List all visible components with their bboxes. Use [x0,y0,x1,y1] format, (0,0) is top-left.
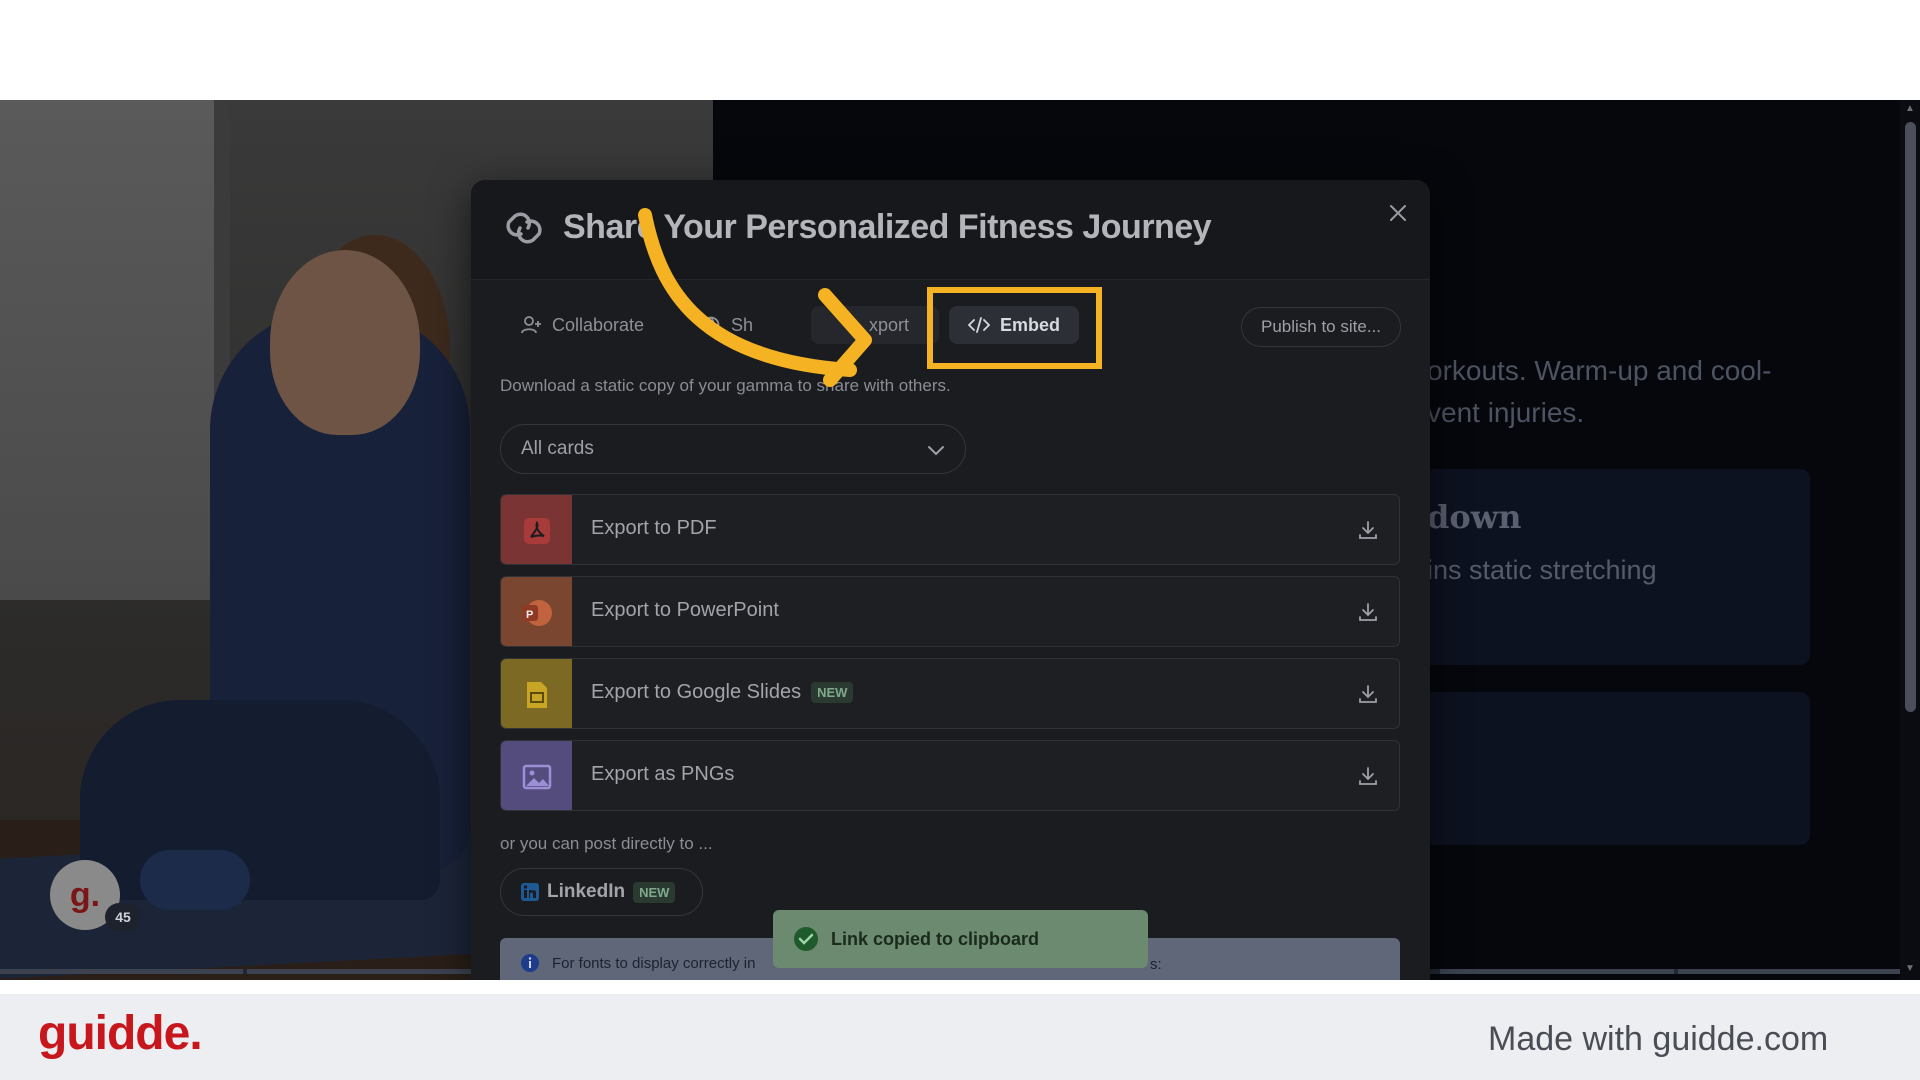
download-icon[interactable] [1357,683,1379,705]
export-label: Export to PowerPoint [591,599,779,621]
modal-header: Share Your Personalized Fitness Journey [471,180,1430,280]
image-icon [501,741,572,810]
background-card-text: ins static stretching [1427,555,1657,585]
photo-window [0,100,230,600]
svg-text:P: P [526,609,533,621]
download-icon[interactable] [1357,519,1379,541]
slide-progress-segment[interactable] [1440,969,1674,974]
slide-progress-segment[interactable] [1678,969,1900,974]
linkedin-icon [521,883,539,901]
scrollbar-thumb[interactable] [1905,122,1916,712]
export-pngs-button[interactable]: Export as PNGs [500,740,1400,811]
chevron-down-icon [928,446,944,456]
new-badge: NEW [811,682,854,703]
embed-highlight-box [927,287,1102,369]
google-slides-icon [501,659,572,728]
post-directly-label: or you can post directly to ... [500,834,713,853]
new-badge: NEW [633,881,676,903]
background-text-line: orkouts. Warm-up and cool- [1427,355,1772,386]
background-card-title: down [1427,498,1522,536]
linkedin-label: LinkedIn [547,881,626,902]
export-pdf-button[interactable]: Export to PDF [500,494,1400,565]
linkedin-button[interactable]: LinkedIn NEW [500,868,703,916]
export-powerpoint-button[interactable]: P Export to PowerPoint [500,576,1400,647]
guidde-logo: guidde. [38,1007,203,1060]
download-icon[interactable] [1357,601,1379,623]
font-info-text: For fonts to display correctly in [552,954,756,972]
export-label: Export to PDF [591,517,717,539]
photo-dumbbell [140,850,250,910]
slide-progress-segment[interactable] [0,969,243,974]
publish-to-site-button[interactable]: Publish to site... [1241,307,1401,347]
scroll-up-arrow-icon[interactable]: ▲ [1904,104,1916,114]
info-icon [521,954,539,972]
guide-arrow-icon [638,208,872,387]
background-text-line: vent injuries. [1427,397,1585,428]
toast-notification: Link copied to clipboard [773,910,1148,968]
avatar-count-badge: 45 [105,903,141,931]
link-icon [506,212,542,244]
check-circle-icon [794,927,818,951]
toast-text: Link copied to clipboard [831,928,1040,949]
cards-select[interactable]: All cards [500,424,966,474]
top-whitespace [0,0,1920,100]
export-label: Export as PNGs [591,763,735,785]
made-with-text: Made with guidde.com [1488,1020,1829,1058]
add-user-icon [521,316,541,334]
font-info-suffix: s: [1150,956,1162,973]
scroll-down-arrow-icon[interactable]: ▼ [1904,964,1916,974]
app-viewport: orkouts. Warm-up and cool- vent injuries… [0,100,1920,980]
photo-person-head [270,250,420,435]
powerpoint-icon: P [501,577,572,646]
export-google-slides-button[interactable]: Export to Google Slides NEW [500,658,1400,729]
export-label: Export to Google Slides NEW [591,681,854,704]
background-card [1380,692,1810,845]
pdf-icon [501,495,572,564]
close-icon[interactable] [1383,198,1413,228]
download-icon[interactable] [1357,765,1379,787]
slide-progress-segment[interactable] [247,969,487,974]
cards-select-value: All cards [521,438,594,459]
photo-person-legs [80,700,440,900]
